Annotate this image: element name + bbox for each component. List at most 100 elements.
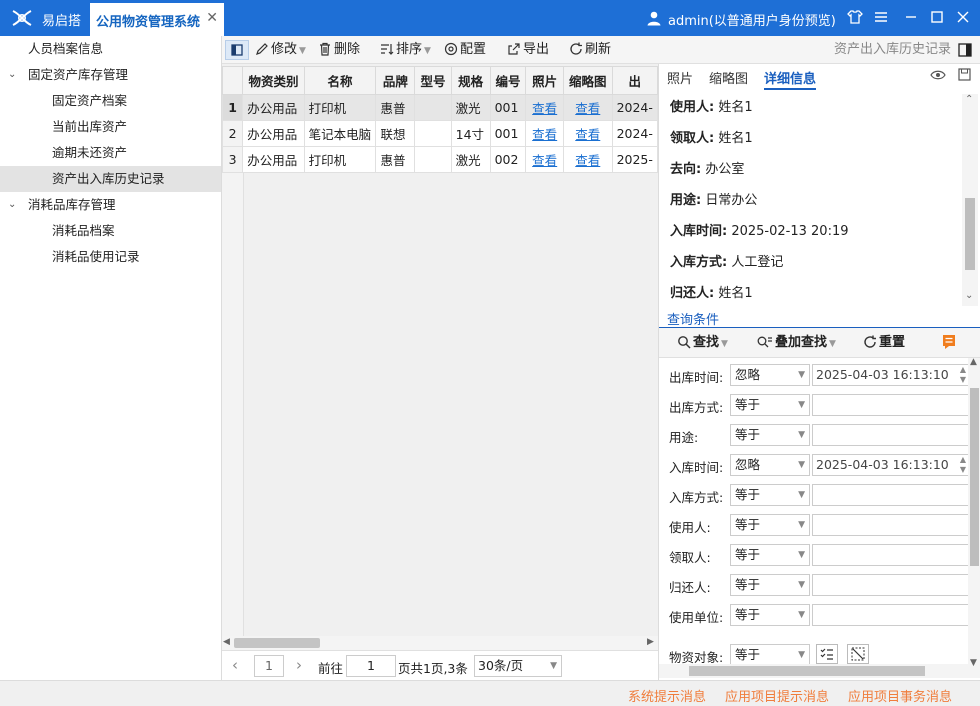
- cell-outbound[interactable]: 2025-: [611, 146, 658, 173]
- sidebar-item-current-outbound[interactable]: 当前出库资产: [0, 114, 221, 140]
- add-find-button[interactable]: 叠加查找 ▼: [757, 333, 836, 353]
- text-input[interactable]: [812, 544, 969, 566]
- tab-public-materials[interactable]: 公用物资管理系统 ✕: [90, 3, 224, 36]
- cell-model[interactable]: [414, 94, 452, 121]
- close-icon[interactable]: [954, 8, 972, 26]
- cell-outbound[interactable]: 2024-: [611, 94, 658, 121]
- toggle-panel-button[interactable]: [225, 40, 249, 60]
- table-row[interactable]: 2 办公用品 笔记本电脑 联想 14寸 001 查看 查看 2024-: [222, 120, 658, 147]
- cell-model[interactable]: [414, 120, 452, 147]
- sidebar-item-fixed-asset-files[interactable]: 固定资产档案: [0, 88, 221, 114]
- column-header[interactable]: 型号: [414, 66, 452, 95]
- sort-button[interactable]: 排序 ▼: [380, 40, 431, 60]
- cell-name[interactable]: 打印机: [303, 94, 377, 121]
- table-row[interactable]: 1 办公用品 打印机 惠普 激光 001 查看 查看 2024-: [222, 94, 658, 121]
- view-photo-link[interactable]: 查看: [532, 101, 557, 116]
- view-thumbnail-link[interactable]: 查看: [575, 153, 600, 168]
- scroll-thumb[interactable]: [234, 638, 320, 648]
- scroll-up-icon[interactable]: ⌃: [965, 94, 973, 105]
- text-input[interactable]: [812, 484, 969, 506]
- text-input[interactable]: [812, 424, 969, 446]
- eye-icon[interactable]: [930, 69, 946, 81]
- clear-selection-button[interactable]: [847, 644, 869, 664]
- modify-button[interactable]: 修改 ▼: [255, 40, 306, 60]
- cell-name[interactable]: 打印机: [303, 146, 377, 173]
- username-label[interactable]: admin(以普通用户身份预览): [668, 10, 836, 29]
- sidebar-group-fixed-assets[interactable]: ⌄ 固定资产库存管理: [0, 62, 221, 88]
- panel-right-icon[interactable]: [958, 43, 972, 57]
- tab-close-icon[interactable]: ✕: [206, 10, 218, 26]
- column-header[interactable]: 物资类别: [242, 66, 305, 95]
- view-photo-link[interactable]: 查看: [532, 127, 557, 142]
- cell-outbound[interactable]: 2024-: [611, 120, 658, 147]
- scroll-right-icon[interactable]: ▶: [647, 637, 654, 647]
- operator-select[interactable]: 等于 ▼: [730, 484, 810, 506]
- sidebar-group-consumables[interactable]: ⌄ 消耗品库存管理: [0, 192, 221, 218]
- bookmark-icon[interactable]: [942, 334, 956, 350]
- view-photo-link[interactable]: 查看: [532, 153, 557, 168]
- text-input[interactable]: [812, 514, 969, 536]
- spinner-icon[interactable]: ▲ ▼: [960, 455, 966, 475]
- table-row[interactable]: 3 办公用品 打印机 惠普 激光 002 查看 查看 2025-: [222, 146, 658, 173]
- system-message-link[interactable]: 系统提示消息: [628, 686, 706, 705]
- cell-model[interactable]: [414, 146, 452, 173]
- cell-code[interactable]: 001: [489, 120, 527, 147]
- delete-button[interactable]: 删除: [318, 40, 360, 60]
- scroll-thumb[interactable]: [689, 666, 925, 676]
- reset-button[interactable]: 重置: [863, 333, 905, 353]
- column-header[interactable]: 出: [611, 66, 658, 95]
- text-input[interactable]: [812, 604, 969, 626]
- skin-icon[interactable]: [846, 8, 864, 26]
- select-list-button[interactable]: [816, 644, 838, 664]
- operator-select[interactable]: 忽略 ▼: [730, 364, 810, 386]
- next-page-icon[interactable]: ›: [296, 656, 302, 674]
- datetime-input[interactable]: 2025-04-03 16:13:10 ▲ ▼: [812, 454, 969, 476]
- detail-vertical-scrollbar[interactable]: ⌃ ⌄: [962, 94, 978, 306]
- view-thumbnail-link[interactable]: 查看: [575, 127, 600, 142]
- cell-brand[interactable]: 惠普: [375, 146, 416, 173]
- column-header[interactable]: 照片: [525, 66, 564, 95]
- cell-brand[interactable]: 惠普: [375, 94, 416, 121]
- config-button[interactable]: 配置: [444, 40, 486, 60]
- column-header[interactable]: 规格: [450, 66, 491, 95]
- menu-icon[interactable]: [872, 8, 890, 26]
- cell-category[interactable]: 办公用品: [242, 146, 305, 173]
- scroll-left-icon[interactable]: ◀: [223, 637, 230, 647]
- operator-select[interactable]: 等于 ▼: [730, 604, 810, 626]
- text-input[interactable]: [812, 394, 969, 416]
- spinner-icon[interactable]: ▲ ▼: [960, 365, 966, 385]
- tab-photo[interactable]: 照片: [667, 68, 693, 87]
- operator-select[interactable]: 等于 ▼: [730, 644, 810, 666]
- cell-brand[interactable]: 联想: [375, 120, 416, 147]
- operator-select[interactable]: 等于 ▼: [730, 544, 810, 566]
- sidebar-item-consumable-files[interactable]: 消耗品档案: [0, 218, 221, 244]
- operator-select[interactable]: 等于 ▼: [730, 514, 810, 536]
- cell-spec[interactable]: 14寸: [450, 120, 491, 147]
- user-icon[interactable]: [646, 10, 662, 26]
- view-thumbnail-link[interactable]: 查看: [575, 101, 600, 116]
- operator-select[interactable]: 等于 ▼: [730, 424, 810, 446]
- cell-name[interactable]: 笔记本电脑: [303, 120, 377, 147]
- query-vertical-scrollbar[interactable]: ▲ ▼: [968, 357, 980, 678]
- chevron-down-icon[interactable]: ⌄: [8, 192, 16, 218]
- tab-thumbnail[interactable]: 缩略图: [709, 68, 748, 87]
- column-header[interactable]: 编号: [489, 66, 527, 95]
- cell-spec[interactable]: 激光: [450, 146, 491, 173]
- operator-select[interactable]: 忽略 ▼: [730, 454, 810, 476]
- prev-page-icon[interactable]: ‹: [232, 656, 238, 674]
- sidebar-item-consumable-usage[interactable]: 消耗品使用记录: [0, 244, 221, 270]
- page-size-select[interactable]: 30条/页 ▼: [474, 655, 562, 677]
- cell-spec[interactable]: 激光: [450, 94, 491, 121]
- cell-category[interactable]: 办公用品: [242, 94, 305, 121]
- tab-detail[interactable]: 详细信息: [764, 68, 817, 90]
- goto-page-input[interactable]: 1: [346, 655, 396, 677]
- tab-query-conditions[interactable]: 查询条件: [667, 309, 719, 328]
- minimize-icon[interactable]: [902, 8, 920, 26]
- chevron-down-icon[interactable]: ⌄: [8, 62, 16, 88]
- save-icon[interactable]: [958, 68, 971, 81]
- scroll-thumb[interactable]: [970, 388, 979, 566]
- operator-select[interactable]: 等于 ▼: [730, 574, 810, 596]
- cell-category[interactable]: 办公用品: [242, 120, 305, 147]
- current-page[interactable]: 1: [254, 655, 284, 677]
- datetime-input[interactable]: 2025-04-03 16:13:10 ▲ ▼: [812, 364, 969, 386]
